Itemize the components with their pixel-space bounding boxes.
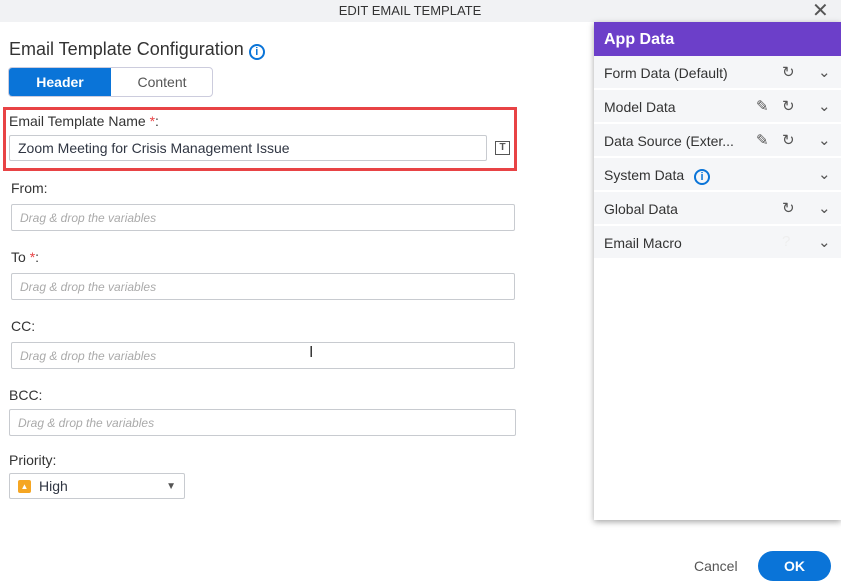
app-data-item-system-data[interactable]: System Data i ⌄ [594,158,841,190]
refresh-icon[interactable]: ↻ [782,63,795,81]
placeholder: Drag & drop the variables [20,348,157,363]
app-data-title: App Data [594,22,841,56]
template-name-input[interactable]: Zoom Meeting for Crisis Management Issue [9,135,487,161]
app-data-item-model-data[interactable]: Model Data ✎ ↻ ⌄ [594,90,841,122]
item-label: Model Data [604,99,676,115]
required-mark: * [149,113,156,129]
label-text: To [11,249,30,265]
app-data-item-global-data[interactable]: Global Data ↻ ⌄ [594,192,841,224]
from-input[interactable]: Drag & drop the variables [11,204,515,231]
priority-value: High [39,478,68,494]
cancel-button[interactable]: Cancel [694,558,738,574]
refresh-icon[interactable]: ↻ [782,97,795,115]
info-icon[interactable]: i [248,44,265,60]
priority-select[interactable]: ▲ High ▼ [9,473,185,499]
to-input[interactable]: Drag & drop the variables [11,273,515,300]
chevron-down-icon[interactable]: ⌄ [818,131,831,149]
placeholder: Drag & drop the variables [20,279,157,294]
refresh-icon[interactable]: ↻ [782,131,795,149]
priority-label: Priority: [9,452,57,468]
tab-content[interactable]: Content [111,68,212,96]
label-text: Email Template Name [9,113,150,129]
text-cursor-icon: I [309,344,314,361]
priority-high-icon: ▲ [18,479,31,493]
ok-button[interactable]: OK [758,551,831,581]
item-label: Email Macro [604,235,682,251]
page-title-text: Email Template Configuration [9,39,244,59]
item-label: Form Data (Default) [604,65,728,81]
placeholder: Drag & drop the variables [20,210,157,225]
tab-bar: Header Content [8,67,213,97]
bcc-input[interactable]: Drag & drop the variables [9,409,516,436]
refresh-icon[interactable]: ↻ [782,199,795,217]
chevron-down-icon[interactable]: ⌄ [818,63,831,81]
dialog-title: EDIT EMAIL TEMPLATE [338,3,482,18]
template-name-label: Email Template Name *: [9,113,159,129]
chevron-down-icon[interactable]: ⌄ [818,233,831,251]
from-label: From: [11,180,48,196]
tab-header[interactable]: Header [9,68,111,96]
cc-input[interactable]: Drag & drop the variables [11,342,515,369]
item-label: Global Data [604,201,678,217]
app-data-item-form-data[interactable]: Form Data (Default) ↻ ⌄ [594,56,841,88]
text-format-icon[interactable]: T [495,141,510,155]
item-label: System Data [604,167,685,183]
edit-icon[interactable]: ✎ [756,97,769,115]
info-icon[interactable]: i [694,169,711,185]
to-label: To *: [11,249,40,265]
app-data-item-email-macro[interactable]: Email Macro? ⌄ [594,226,841,258]
cc-label: CC: [11,318,36,334]
item-label: Data Source (Exter... [604,133,734,149]
required-mark: * [29,249,36,265]
edit-icon[interactable]: ✎ [756,131,769,149]
help-icon[interactable]: ? [782,233,790,250]
close-icon[interactable]: ✕ [812,0,829,23]
app-data-item-data-source[interactable]: Data Source (Exter... ✎ ↻ ⌄ [594,124,841,156]
chevron-down-icon[interactable]: ⌄ [818,199,831,217]
bcc-label: BCC: [9,387,43,403]
chevron-down-icon: ▼ [166,480,176,492]
app-data-panel: App Data Form Data (Default) ↻ ⌄ Model Dat… [594,22,841,520]
chevron-down-icon[interactable]: ⌄ [818,97,831,115]
placeholder: Drag & drop the variables [18,415,155,430]
page-title: Email Template Configuration i [9,39,265,60]
chevron-down-icon[interactable]: ⌄ [818,165,831,183]
